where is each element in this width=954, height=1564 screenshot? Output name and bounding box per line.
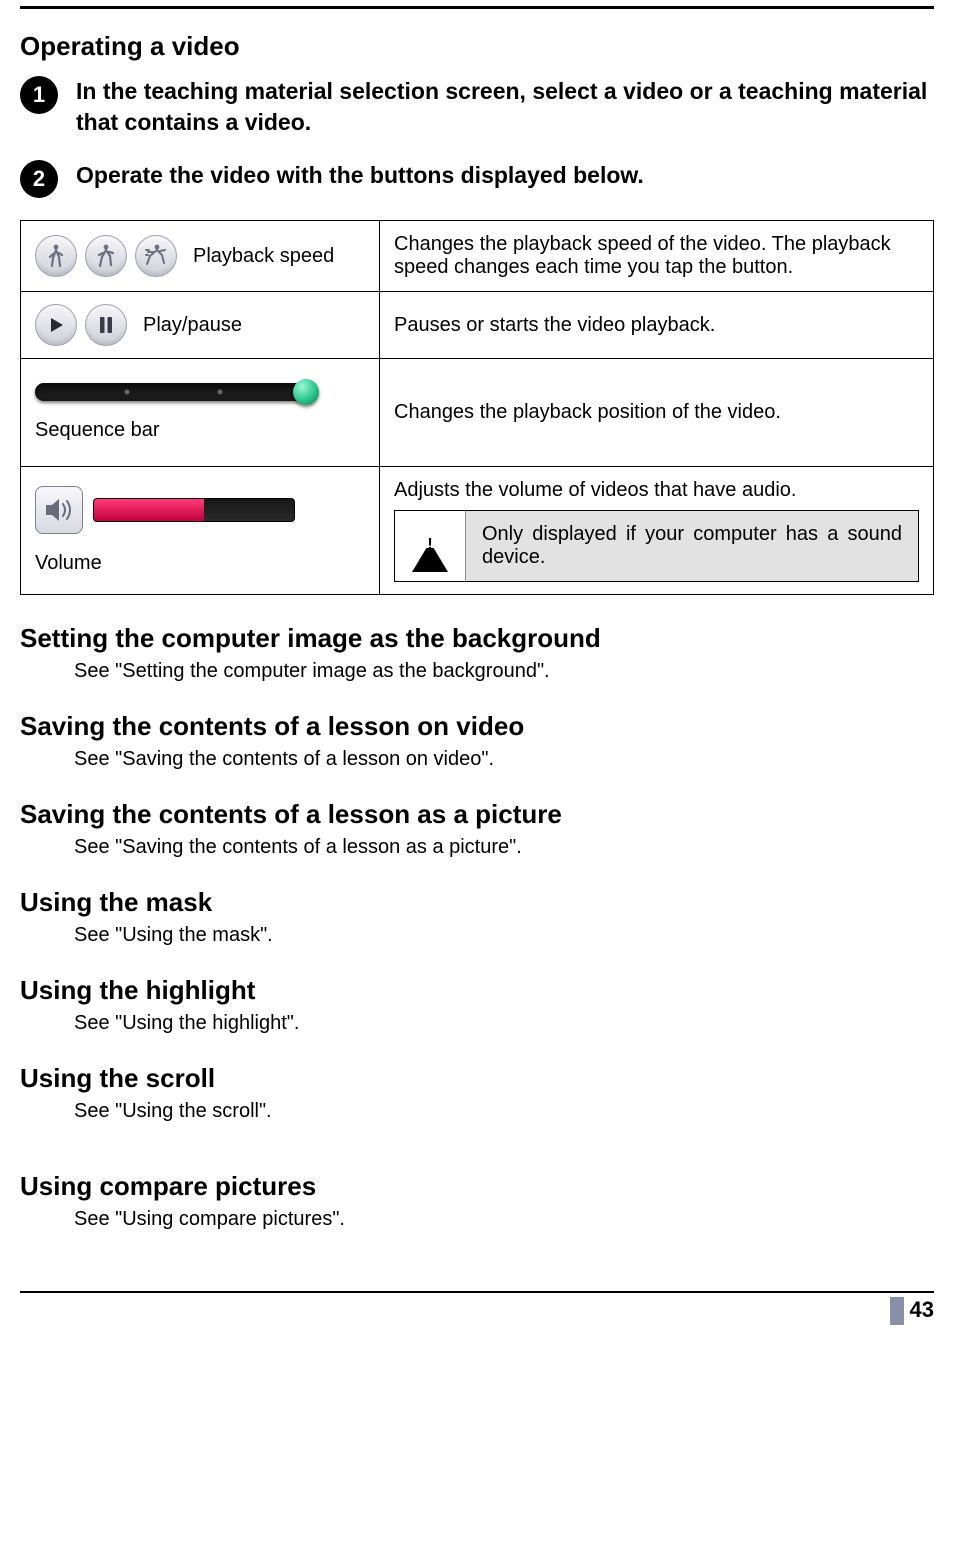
heading-set-background: Setting the computer image as the backgr…	[20, 623, 934, 654]
page-top-rule	[20, 6, 934, 9]
page-accent-bar	[890, 1297, 904, 1325]
step-2: 2 Operate the video with the buttons dis…	[20, 160, 934, 198]
heading-operating-video: Operating a video	[20, 31, 934, 62]
page-footer: 43	[20, 1297, 934, 1325]
speaker-icon	[35, 486, 83, 534]
caution-icon: ! 注意	[395, 511, 466, 581]
table-row: Playback speed Changes the playback spee…	[21, 221, 934, 292]
heading-save-video: Saving the contents of a lesson on video	[20, 711, 934, 742]
step-1: 1 In the teaching material selection scr…	[20, 76, 934, 138]
table-row: Play/pause Pauses or starts the video pl…	[21, 292, 934, 359]
page-number: 43	[910, 1297, 934, 1322]
speed-walk-icon	[35, 235, 77, 277]
table-row: Sequence bar Changes the playback positi…	[21, 359, 934, 467]
heading-save-picture: Saving the contents of a lesson as a pic…	[20, 799, 934, 830]
volume-label: Volume	[35, 552, 365, 575]
step-1-text: In the teaching material selection scree…	[76, 76, 934, 138]
volume-bar-icon	[93, 498, 295, 522]
text-set-background: See "Setting the computer image as the b…	[74, 660, 934, 683]
step-badge-1: 1	[20, 76, 58, 114]
playback-speed-label: Playback speed	[193, 245, 334, 268]
text-save-video: See "Saving the contents of a lesson on …	[74, 748, 934, 771]
page-bottom-rule	[20, 1291, 934, 1293]
text-using-mask: See "Using the mask".	[74, 924, 934, 947]
heading-compare-pictures: Using compare pictures	[20, 1171, 934, 1202]
heading-using-highlight: Using the highlight	[20, 975, 934, 1006]
table-row: Volume Adjusts the volume of videos that…	[21, 467, 934, 595]
text-using-highlight: See "Using the highlight".	[74, 1012, 934, 1035]
step-2-text: Operate the video with the buttons displ…	[76, 160, 644, 191]
text-using-scroll: See "Using the scroll".	[74, 1100, 934, 1123]
volume-desc: Adjusts the volume of videos that have a…	[394, 479, 919, 502]
speed-run-icon	[135, 235, 177, 277]
volume-note: ! 注意 Only displayed if your computer has…	[394, 510, 919, 582]
controls-table: Playback speed Changes the playback spee…	[20, 220, 934, 595]
volume-note-text: Only displayed if your computer has a so…	[466, 511, 918, 581]
heading-using-mask: Using the mask	[20, 887, 934, 918]
text-compare-pictures: See "Using compare pictures".	[74, 1208, 934, 1231]
text-save-picture: See "Saving the contents of a lesson as …	[74, 836, 934, 859]
step-badge-2: 2	[20, 160, 58, 198]
play-pause-desc: Pauses or starts the video playback.	[380, 292, 934, 359]
sequence-bar-icon	[35, 383, 315, 401]
speed-jog-icon	[85, 235, 127, 277]
pause-icon	[85, 304, 127, 346]
sequence-bar-desc: Changes the playback position of the vid…	[380, 359, 934, 467]
play-pause-label: Play/pause	[143, 314, 242, 337]
play-icon	[35, 304, 77, 346]
heading-using-scroll: Using the scroll	[20, 1063, 934, 1094]
sequence-bar-label: Sequence bar	[35, 419, 365, 442]
playback-speed-desc: Changes the playback speed of the video.…	[380, 221, 934, 292]
